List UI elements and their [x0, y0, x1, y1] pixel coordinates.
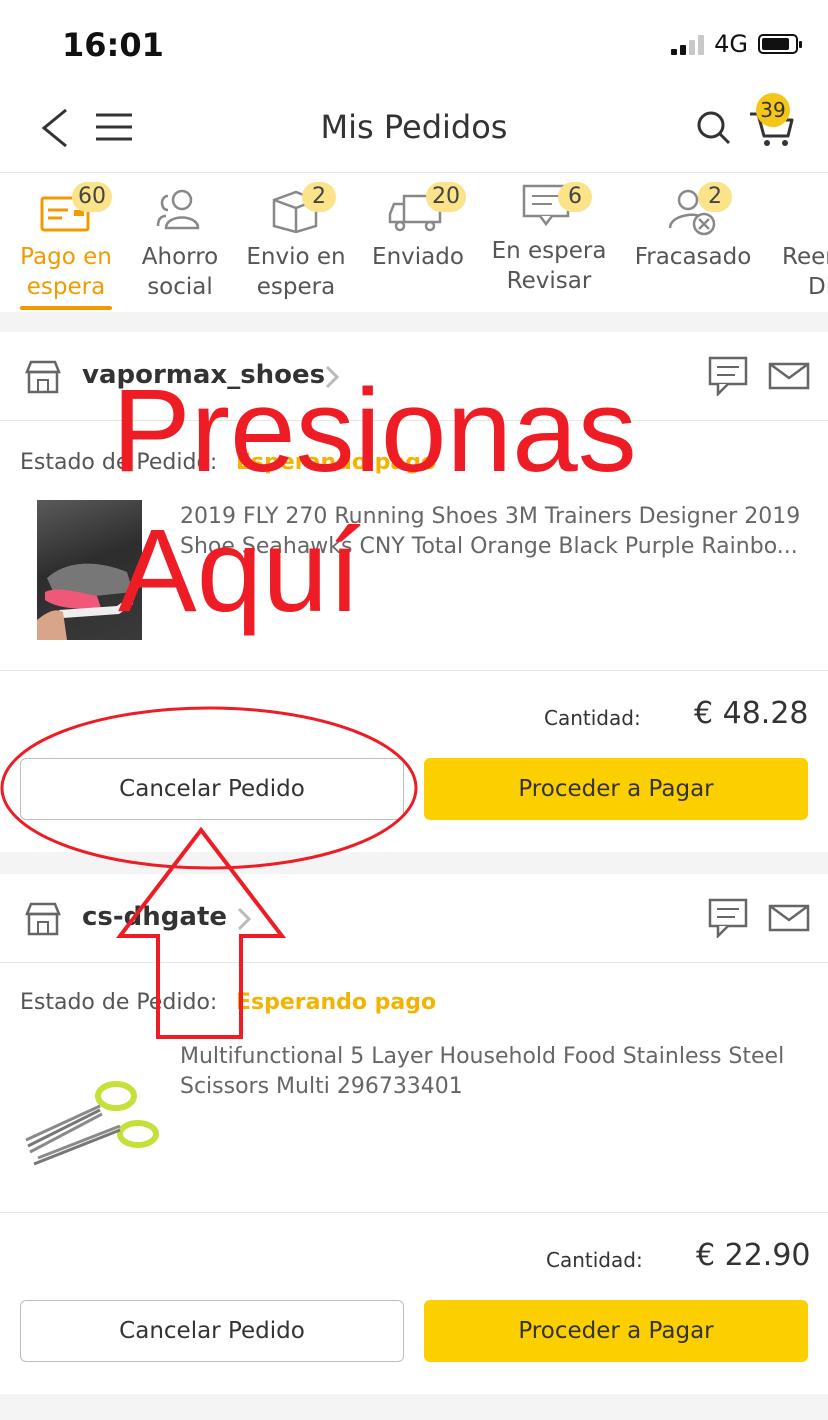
status-indicators: 4G	[671, 30, 802, 58]
store-icon	[24, 902, 62, 940]
tab-label: Di	[808, 274, 828, 300]
order-status-label: Estado de Pedido:	[20, 990, 218, 1015]
mail-icon[interactable]	[768, 904, 810, 936]
section-gap	[0, 312, 828, 332]
tab-fracasado[interactable]: 2 Fracasado	[630, 180, 756, 272]
search-button[interactable]	[696, 110, 732, 146]
pay-order-button[interactable]: Proceder a Pagar	[424, 1300, 808, 1362]
mail-icon[interactable]	[768, 362, 810, 394]
tab-label: En espera	[491, 238, 607, 264]
order-status-value: Esperando pago	[236, 990, 437, 1015]
tab-label: espera	[256, 274, 336, 300]
tab-label: Reem	[782, 244, 828, 270]
tab-badge: 2	[698, 182, 732, 212]
tab-badge: 20	[426, 182, 466, 212]
order-status-label: Estado de Pedido:	[20, 450, 218, 475]
tab-envio-en-espera[interactable]: 2 Envio en espera	[244, 180, 348, 302]
battery-icon	[758, 34, 802, 54]
group-icon	[156, 189, 200, 230]
store-name-link[interactable]: cs-dhgate	[82, 902, 227, 932]
quantity-label: Cantidad:	[544, 706, 641, 730]
tab-label: social	[147, 274, 213, 300]
pay-order-button[interactable]: Proceder a Pagar	[424, 758, 808, 820]
tab-reembolso[interactable]: Reem Di	[782, 180, 828, 302]
store-icon	[24, 360, 62, 398]
chevron-right-icon[interactable]	[236, 906, 252, 936]
search-icon	[697, 111, 731, 145]
order-total: € 22.90	[696, 1238, 811, 1273]
order-total: € 48.28	[694, 696, 809, 731]
store-name-link[interactable]: vapormax_shoes	[82, 360, 325, 390]
quantity-label: Cantidad:	[546, 1248, 643, 1272]
signal-icon	[671, 33, 705, 55]
order-status-value: Esperando pago	[236, 450, 437, 475]
cancel-order-button[interactable]: Cancelar Pedido	[20, 1300, 404, 1362]
tab-label: Envio en	[246, 244, 346, 270]
tab-badge: 6	[558, 182, 592, 212]
cancel-order-button[interactable]: Cancelar Pedido	[20, 758, 404, 820]
tab-badge: 2	[302, 182, 336, 212]
chevron-right-icon[interactable]	[324, 364, 340, 394]
product-divider	[0, 1212, 828, 1213]
chat-icon[interactable]	[708, 356, 748, 400]
cart-count-badge: 39	[756, 93, 790, 127]
tab-enviado[interactable]: 20 Enviado	[368, 180, 468, 272]
store-divider	[0, 962, 828, 963]
tab-label: espera	[26, 274, 106, 300]
chat-icon[interactable]	[708, 898, 748, 942]
tab-label: Revisar	[506, 268, 592, 294]
tab-en-espera-revisar[interactable]: 6 En espera Revisar	[488, 174, 610, 296]
product-title[interactable]: Multifunctional 5 Layer Household Food S…	[180, 1042, 820, 1102]
section-gap	[0, 852, 828, 874]
product-image-shoe[interactable]	[37, 500, 142, 640]
tab-label: Enviado	[372, 244, 464, 270]
active-tab-indicator	[20, 306, 112, 310]
product-image-scissors[interactable]	[20, 1072, 162, 1172]
tab-label: Ahorro	[141, 244, 219, 270]
network-type: 4G	[714, 30, 748, 58]
section-gap	[0, 1394, 828, 1420]
tab-pago-en-espera[interactable]: 60 Pago en espera	[14, 180, 118, 302]
tab-badge: 60	[72, 182, 112, 212]
header-divider	[0, 172, 828, 173]
product-divider	[0, 670, 828, 671]
tab-label: Pago en	[20, 244, 112, 270]
tab-ahorro-social[interactable]: Ahorro social	[134, 180, 226, 302]
store-divider	[0, 420, 828, 421]
status-time: 16:01	[62, 26, 164, 64]
product-title[interactable]: 2019 FLY 270 Running Shoes 3M Trainers D…	[180, 502, 820, 562]
tab-label: Fracasado	[634, 244, 752, 270]
